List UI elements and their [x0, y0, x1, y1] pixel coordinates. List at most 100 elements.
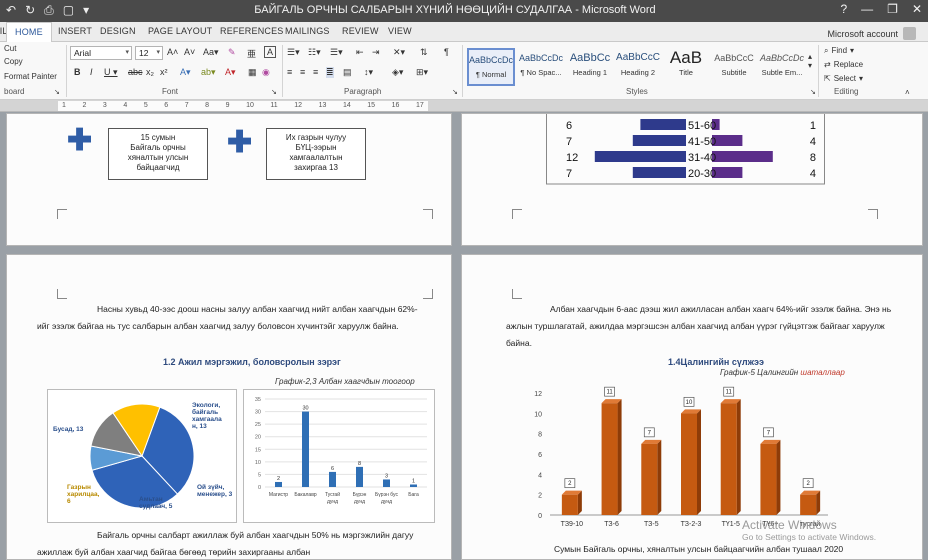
increase-indent-icon[interactable]: ⇥	[372, 47, 380, 58]
character-border-icon[interactable]: A	[264, 46, 277, 58]
close-button[interactable]: ✕	[912, 2, 922, 16]
style-heading-1[interactable]: AaBbCc Heading 1	[566, 48, 614, 86]
styles-more-icon[interactable]: ▴ ▾	[808, 52, 812, 70]
strikethrough-button[interactable]: abc	[128, 67, 143, 77]
style-subtitle[interactable]: AaBbCcC Subtitle	[710, 48, 758, 86]
help-button[interactable]: ?	[840, 2, 847, 16]
style-no-spacing[interactable]: AaBbCcDc ¶ No Spac...	[517, 48, 565, 86]
chevron-down-icon: ▾	[850, 46, 855, 55]
y-tick-label: 5	[258, 472, 261, 478]
replace-button[interactable]: ⇄ Replace	[824, 60, 863, 69]
salary-bar-chart: 0246810122ТЗ9-1011ТЗ-67ТЗ-510ТЗ-2-311ТҮ1…	[534, 386, 828, 528]
clipboard-launcher-icon[interactable]: ↘	[54, 88, 60, 96]
shrink-font-icon[interactable]: A˅	[184, 47, 195, 57]
font-name-input[interactable]: Arial ▾	[70, 46, 132, 60]
tab-page-layout[interactable]: PAGE LAYOUT	[148, 26, 212, 36]
quick-print-icon[interactable]: ⎙	[44, 3, 54, 18]
copy-button[interactable]: Copy	[4, 57, 23, 66]
distributed-icon[interactable]: ▤	[343, 67, 352, 78]
collapse-ribbon-icon[interactable]: ˄	[905, 88, 910, 97]
editing-group-label: Editing	[834, 87, 859, 96]
underline-button[interactable]: U ▾	[104, 67, 118, 78]
grow-font-icon[interactable]: A˄	[167, 47, 178, 57]
bold-button[interactable]: B	[74, 67, 81, 77]
replace-icon: ⇄	[824, 60, 831, 69]
horizontal-ruler[interactable]: 1 2 3 4 5 6 7 8 9 10 11 12 13 14 15 16 17	[0, 100, 928, 112]
salary-bar	[601, 403, 618, 515]
subscript-button[interactable]: x₂	[146, 67, 154, 77]
enclose-characters-icon[interactable]: ◉	[262, 67, 270, 78]
y-tick-label: 30	[255, 410, 261, 416]
y-tick-label: 20	[255, 435, 261, 441]
body-paragraph: Байгаль орчны салбарт ажиллаж буй албан …	[37, 530, 414, 557]
bullets-icon[interactable]: ☰▾	[287, 47, 300, 58]
profession-pie-chart: Бусад, 13Экологи, байгаль хамгаала н, 13Ой …	[47, 389, 237, 523]
restore-button[interactable]: ❐	[887, 2, 898, 16]
superscript-button[interactable]: x²	[160, 67, 168, 77]
customize-toolbar-icon[interactable]: ▾	[83, 3, 89, 18]
edu-bar	[356, 466, 363, 487]
styles-launcher-icon[interactable]: ↘	[810, 88, 816, 96]
select-button[interactable]: ⇱ Select ▾	[824, 74, 863, 83]
style-heading-2[interactable]: AaBbCcC Heading 2	[614, 48, 662, 86]
account-area[interactable]: Microsoft account	[827, 27, 916, 40]
salary-bar	[720, 403, 737, 515]
align-left-icon[interactable]: ≡	[287, 67, 292, 77]
tab-mailings[interactable]: MAILINGS	[285, 26, 330, 36]
tab-home[interactable]: HOME	[6, 22, 52, 43]
tab-references[interactable]: REFERENCES	[220, 26, 284, 36]
change-case-icon[interactable]: Aa▾	[203, 47, 219, 58]
pie-slice-label: Бусад, 13	[53, 426, 84, 433]
tab-view[interactable]: VIEW	[388, 26, 412, 36]
tab-insert[interactable]: INSERT	[58, 26, 92, 36]
character-shading-icon[interactable]: ▦	[248, 67, 257, 78]
show-marks-icon[interactable]: ¶	[444, 47, 449, 57]
align-right-icon[interactable]: ≡	[313, 67, 318, 77]
numbering-icon[interactable]: ☷▾	[308, 47, 321, 58]
multilevel-list-icon[interactable]: ☰▾	[330, 47, 343, 58]
style-subtle-emphasis[interactable]: AaBbCcDc Subtle Em...	[758, 48, 806, 86]
paragraph-launcher-icon[interactable]: ↘	[452, 88, 458, 96]
clear-formatting-icon[interactable]: ✎	[228, 47, 236, 58]
body-paragraph: Сумын Байгаль орчны, хяналтын улсын байц…	[554, 544, 844, 554]
shading-icon[interactable]: ◈▾	[392, 67, 403, 78]
minimize-button[interactable]: —	[861, 2, 873, 16]
decrease-indent-icon[interactable]: ⇤	[356, 47, 364, 58]
highlight-color-icon[interactable]: ab▾	[201, 67, 216, 78]
style-title[interactable]: AaB Title	[662, 48, 710, 86]
font-launcher-icon[interactable]: ↘	[271, 88, 277, 96]
tab-design[interactable]: DESIGN	[100, 26, 136, 36]
sort-icon[interactable]: ⇅	[420, 47, 428, 58]
ruler-mark: 5	[143, 102, 148, 109]
text-effects-icon[interactable]: A▾	[180, 67, 191, 78]
x-tick-label: ТЗ9-10	[561, 521, 584, 528]
font-size-input[interactable]: 12 ▾	[135, 46, 163, 60]
figure-caption: График-5 Цалингийн шаталлаар	[720, 368, 845, 377]
new-document-icon[interactable]: ▢	[63, 3, 74, 18]
line-spacing-icon[interactable]: ↕▾	[364, 67, 373, 78]
italic-button[interactable]: I	[90, 67, 93, 77]
y-tick-label: 12	[534, 391, 542, 398]
asian-layout-icon[interactable]: ✕▾	[393, 47, 405, 58]
redo-icon[interactable]: ↻	[25, 3, 35, 18]
plus-icon: ✚	[227, 126, 253, 159]
justify-icon[interactable]: ≣	[326, 67, 334, 78]
divider	[66, 45, 67, 97]
find-button[interactable]: ⌕ Find ▾	[824, 46, 854, 56]
x-tick-label: Бага	[408, 492, 419, 498]
y-tick-label: 4	[538, 472, 542, 479]
divider	[462, 45, 463, 97]
data-label: 30	[302, 406, 308, 412]
undo-icon[interactable]: ↶	[6, 3, 16, 18]
font-color-icon[interactable]: A▾	[225, 67, 236, 78]
tab-review[interactable]: REVIEW	[342, 26, 379, 36]
phonetic-guide-icon[interactable]: 亜	[247, 47, 256, 60]
y-tick-label: 35	[255, 397, 261, 403]
y-tick-label: 25	[255, 422, 261, 428]
style-normal[interactable]: AaBbCcDc ¶ Normal	[467, 48, 515, 86]
borders-icon[interactable]: ⊞▾	[416, 67, 428, 78]
cut-button[interactable]: Cut	[4, 44, 16, 53]
format-painter-button[interactable]: Format Painter	[4, 72, 57, 81]
align-center-icon[interactable]: ≡	[300, 67, 305, 77]
bar-side	[577, 490, 582, 515]
